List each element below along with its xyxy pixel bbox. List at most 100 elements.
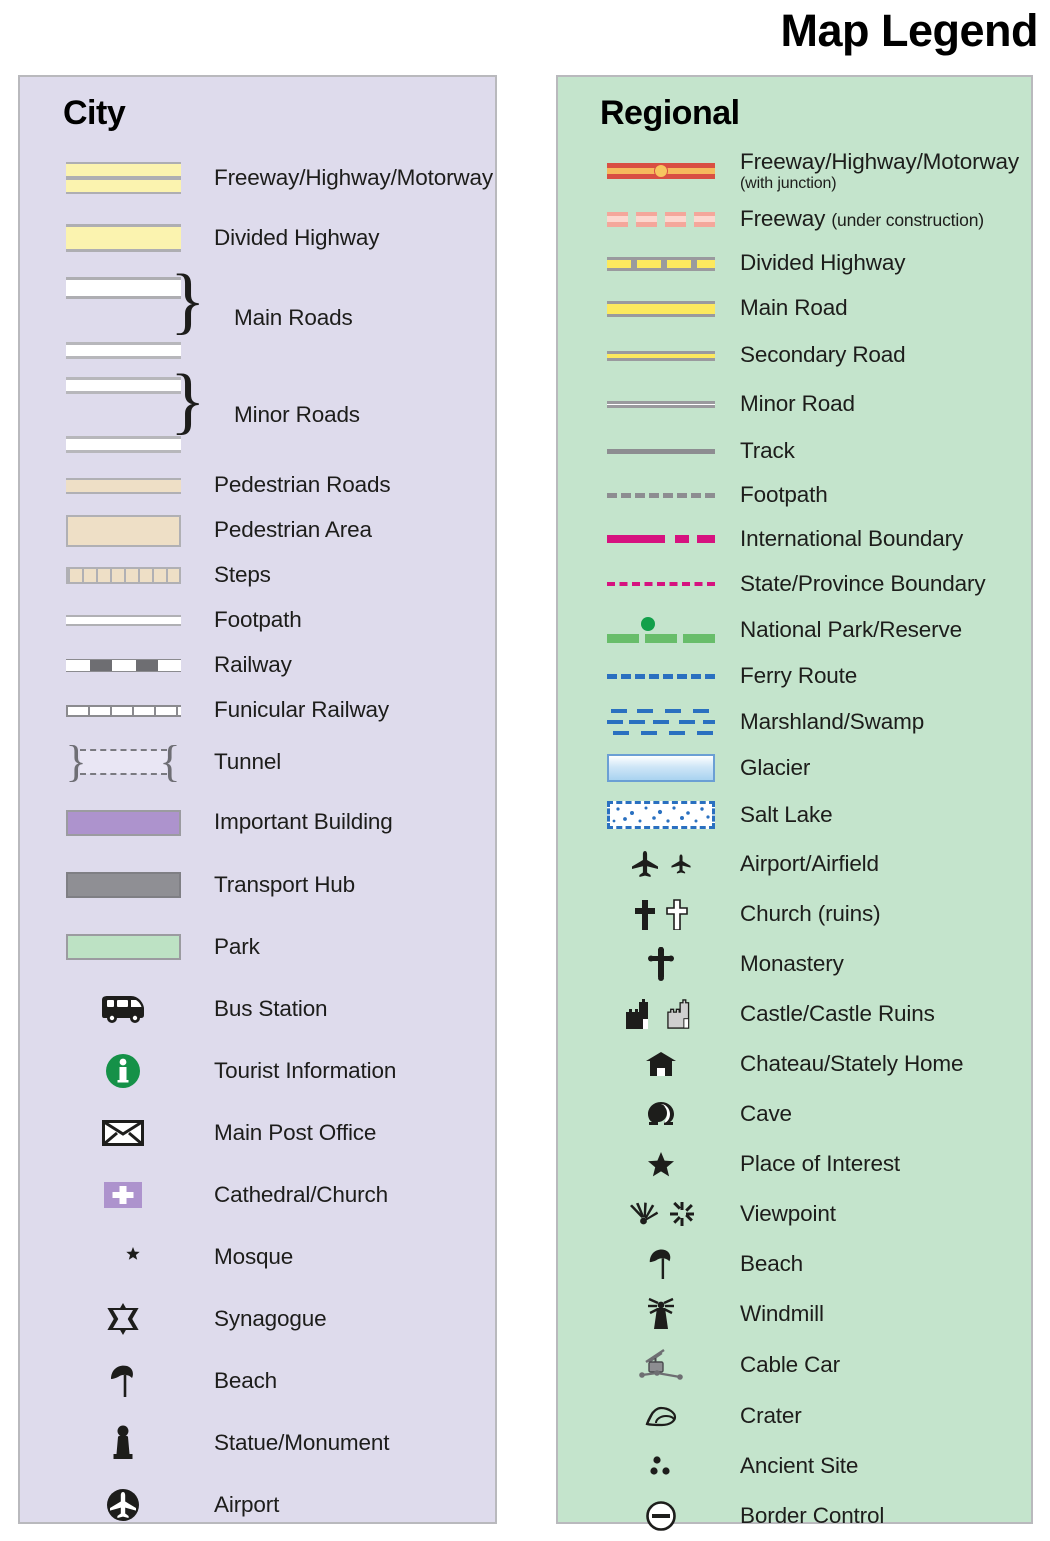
regional-legend-panel: Regional Freeway/Highway/Motorway (with …: [556, 75, 1033, 1531]
main-roads-brace: }: [170, 260, 206, 342]
divided-highway-swatch: [600, 256, 722, 271]
legend-label: State/Province Boundary: [740, 570, 986, 596]
legend-label: Castle/Castle Ruins: [740, 1000, 935, 1026]
legend-label: Park: [214, 933, 260, 959]
divided-highway-swatch: [58, 224, 188, 252]
track-swatch: [600, 448, 722, 454]
legend-row: Freeway/Highway/Motorway: [20, 149, 495, 207]
legend-label: Border Control: [740, 1502, 885, 1528]
tourist-information-icon: [58, 1052, 188, 1090]
chateau-icon: [600, 1050, 722, 1078]
legend-row: Border Control: [558, 1491, 1031, 1541]
cable-car-icon: [600, 1348, 722, 1382]
legend-row: National Park/Reserve: [558, 607, 1031, 653]
legend-row: Footpath: [20, 598, 495, 643]
steps-swatch: [58, 567, 188, 584]
airport-icon: [58, 1487, 188, 1523]
legend-label: Important Building: [214, 809, 393, 835]
legend-label: Airport/Airfield: [740, 850, 879, 876]
legend-label: Pedestrian Area: [214, 517, 372, 543]
legend-label: Divided Highway: [740, 250, 906, 276]
legend-label: Monastery: [740, 950, 844, 976]
legend-label: Pedestrian Roads: [214, 472, 391, 498]
legend-row: Beach: [20, 1350, 495, 1412]
legend-label-sub: (with junction): [740, 174, 837, 192]
legend-label: Statue/Monument: [214, 1429, 390, 1455]
legend-row: Minor Road: [558, 380, 1031, 429]
legend-row: Divided Highway: [558, 241, 1031, 286]
legend-row: Glacier: [558, 745, 1031, 791]
windmill-icon: [600, 1297, 722, 1331]
legend-label: International Boundary: [740, 525, 964, 551]
legend-label-inline: (under construction): [831, 209, 984, 230]
legend-row: Divided Highway: [20, 207, 495, 269]
legend-row: Pedestrian Roads: [20, 463, 495, 508]
legend-row: Marshland/Swamp: [558, 699, 1031, 745]
legend-label: Chateau/Stately Home: [740, 1050, 964, 1076]
legend-row: Ancient Site: [558, 1441, 1031, 1491]
border-control-icon: [600, 1500, 722, 1532]
legend-row: Monastery: [558, 939, 1031, 989]
envelope-icon: [58, 1119, 188, 1147]
legend-label: Railway: [214, 652, 292, 678]
tunnel-swatch: } {: [58, 739, 188, 785]
legend-row: } Main Roads: [20, 260, 495, 367]
salt-lake-swatch: [600, 801, 722, 829]
park-swatch: [58, 934, 188, 960]
legend-label-main: Freeway: [740, 205, 832, 231]
minor-roads-swatch: [58, 377, 188, 453]
legend-row: Cave: [558, 1089, 1031, 1139]
legend-row: Airport: [20, 1474, 495, 1536]
legend-row: Tourist Information: [20, 1040, 495, 1102]
legend-label: Synagogue: [214, 1305, 327, 1331]
legend-label: Main Roads: [234, 304, 353, 330]
footpath-swatch: [58, 615, 188, 626]
cathedral-church-icon: [58, 1182, 188, 1208]
important-building-swatch: [58, 809, 188, 836]
legend-row: Church (ruins): [558, 889, 1031, 939]
legend-row: International Boundary: [558, 517, 1031, 561]
legend-label: Bus Station: [214, 995, 328, 1021]
legend-row: Windmill: [558, 1289, 1031, 1339]
crater-icon: [600, 1404, 722, 1428]
legend-label: Main Post Office: [214, 1119, 377, 1145]
legend-label: Crater: [740, 1402, 802, 1428]
main-roads-swatch: [58, 277, 188, 359]
legend-row: Salt Lake: [558, 791, 1031, 839]
legend-row: Ferry Route: [558, 653, 1031, 699]
beach-umbrella-icon: [600, 1247, 722, 1281]
legend-label: Tourist Information: [214, 1057, 397, 1083]
junction-dot: [654, 164, 668, 178]
legend-label: Glacier: [740, 754, 811, 780]
viewpoint-icon: [600, 1201, 722, 1227]
legend-row: Beach: [558, 1239, 1031, 1289]
legend-label: Track: [740, 437, 795, 463]
legend-row: Important Building: [20, 791, 495, 854]
legend-row: Viewpoint: [558, 1189, 1031, 1239]
legend-label: Salt Lake: [740, 801, 833, 827]
page-title: Map Legend: [780, 5, 1038, 56]
cave-icon: [600, 1100, 722, 1128]
legend-row: Transport Hub: [20, 854, 495, 916]
legend-label: Ancient Site: [740, 1452, 859, 1478]
legend-label: Beach: [740, 1250, 804, 1276]
pedestrian-area-swatch: [58, 514, 188, 547]
legend-row: State/Province Boundary: [558, 561, 1031, 607]
legend-label: Church (ruins): [740, 900, 881, 926]
legend-row: Cathedral/Church: [20, 1164, 495, 1226]
synagogue-icon: [58, 1301, 188, 1337]
legend-row: Statue/Monument: [20, 1412, 495, 1474]
state-boundary-swatch: [600, 582, 722, 586]
pedestrian-roads-swatch: [58, 477, 188, 494]
regional-panel-heading: Regional: [600, 94, 740, 132]
city-legend-panel: City Freeway/Highway/Motorway Divided Hi…: [18, 75, 497, 1524]
legend-row: Bus Station: [20, 978, 495, 1040]
legend-label: Footpath: [740, 481, 828, 507]
legend-label: Cathedral/Church: [214, 1181, 388, 1207]
legend-label: Tunnel: [214, 748, 282, 774]
legend-row: Chateau/Stately Home: [558, 1039, 1031, 1089]
park-dot: [641, 617, 655, 631]
legend-row: Main Road: [558, 286, 1031, 331]
statue-monument-icon: [58, 1424, 188, 1462]
legend-row: Freeway (under construction): [558, 197, 1031, 241]
